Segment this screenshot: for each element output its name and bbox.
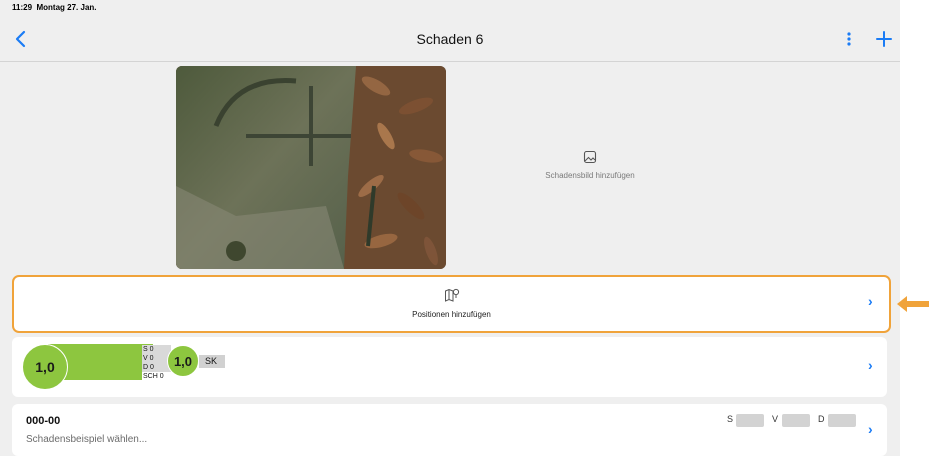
sk-badge: SK bbox=[199, 355, 225, 368]
rating-label-s: S 0 bbox=[142, 345, 171, 354]
arrow-left-icon bbox=[897, 296, 929, 312]
secondary-score-badge: 1,0 bbox=[167, 345, 199, 377]
damage-example-placeholder: Schadensbeispiel wählen... bbox=[26, 434, 148, 445]
status-bar: 11:29 Montag 27. Jan. bbox=[12, 3, 97, 12]
chevron-right-icon: › bbox=[868, 357, 873, 373]
status-date: Montag 27. Jan. bbox=[36, 3, 97, 12]
plus-icon bbox=[876, 31, 892, 47]
page-title: Schaden 6 bbox=[416, 31, 484, 47]
d-label: D bbox=[818, 414, 825, 424]
overall-score-badge: 1,0 bbox=[22, 344, 68, 390]
rating-bar bbox=[48, 344, 153, 353]
damage-photo-image bbox=[176, 66, 446, 269]
add-button[interactable] bbox=[875, 30, 893, 48]
damage-example-card[interactable]: 000-00 Schadensbeispiel wählen... S V D … bbox=[12, 404, 887, 456]
v-label: V bbox=[772, 414, 779, 424]
rating-card[interactable]: S 0 V 0 D 0 SCH 0 1,0 1,0 SK › bbox=[12, 337, 887, 397]
add-positions-label: Positionen hinzufügen bbox=[412, 310, 491, 319]
add-damage-image-button[interactable]: Schadensbild hinzufügen bbox=[520, 150, 660, 180]
navigation-bar: Schaden 6 bbox=[0, 17, 900, 62]
rating-label-sch: SCH 0 bbox=[142, 372, 171, 381]
image-icon bbox=[583, 150, 597, 164]
s-label: S bbox=[727, 414, 734, 424]
status-time: 11:29 bbox=[12, 3, 33, 12]
s-value-box bbox=[736, 414, 764, 427]
map-pin-icon bbox=[445, 288, 460, 302]
damage-code: 000-00 bbox=[26, 415, 61, 427]
v-value-box bbox=[782, 414, 810, 427]
add-positions-card[interactable]: Positionen hinzufügen › bbox=[12, 275, 891, 333]
chevron-right-icon: › bbox=[868, 421, 873, 437]
more-button[interactable] bbox=[843, 30, 855, 48]
chevron-right-icon: › bbox=[868, 293, 873, 309]
d-value-box bbox=[828, 414, 856, 427]
add-damage-image-label: Schadensbild hinzufügen bbox=[545, 171, 635, 180]
damage-photo[interactable] bbox=[176, 66, 446, 269]
app-screen: 11:29 Montag 27. Jan. Schaden 6 Schadens… bbox=[0, 0, 900, 456]
more-vertical-icon bbox=[847, 32, 851, 46]
